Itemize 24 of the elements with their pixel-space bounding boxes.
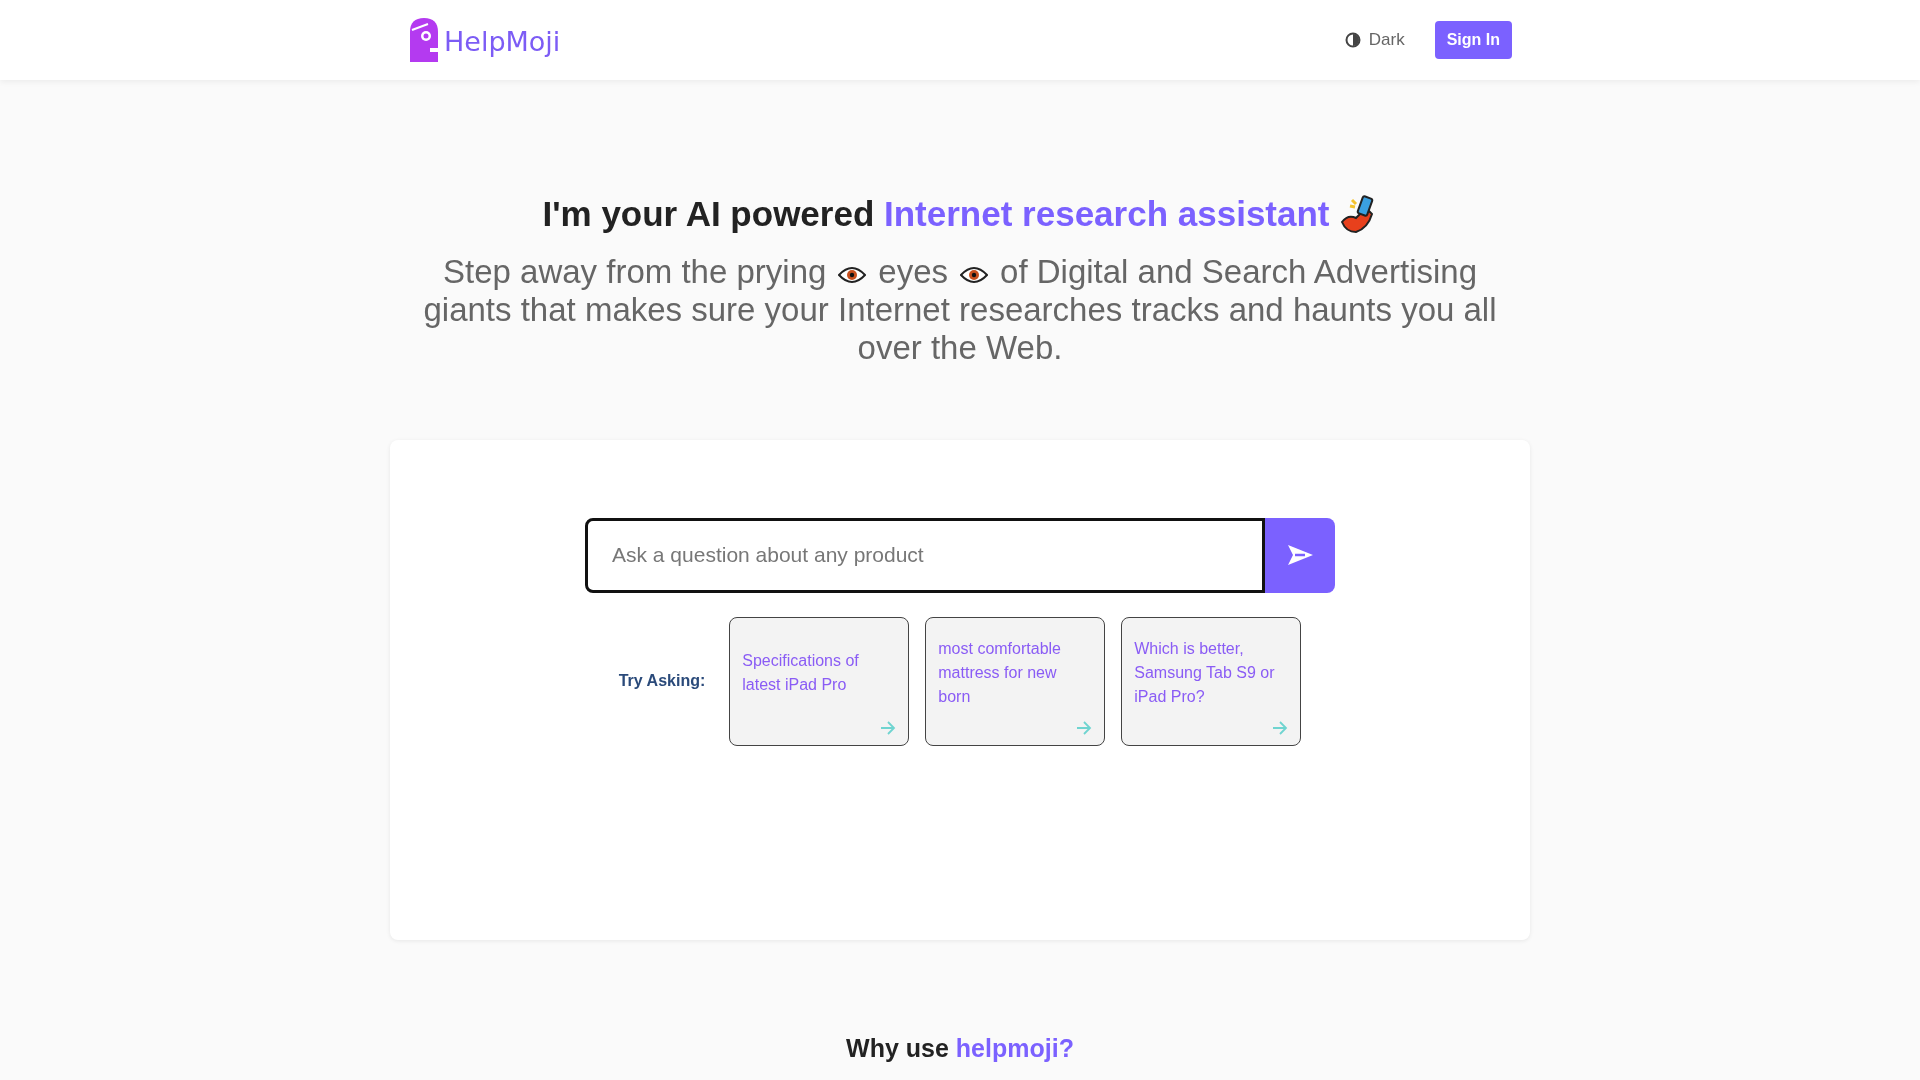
brand-logo-text[interactable]: HelpMoji — [444, 21, 561, 62]
suggestion-card[interactable]: Which is better, Samsung Tab S9 or iPad Pro? — [1121, 616, 1302, 746]
send-button[interactable] — [1265, 517, 1335, 593]
dark-mode-toggle[interactable]: Dark — [1338, 26, 1411, 54]
headline: I'm your AI powered Internet research assistant — [542, 193, 1330, 235]
arrow-right-icon — [880, 720, 897, 735]
logo-icon — [408, 18, 440, 62]
send-icon — [1286, 543, 1314, 567]
subtitle-text: giants that makes sure your Internet researches tracks and haunts you all — [423, 290, 1497, 328]
suggestion-card[interactable]: most comfortable mattress for new born — [925, 616, 1106, 746]
section-heading: Why use helpmoji? — [846, 1033, 1074, 1062]
eye-icon — [838, 264, 867, 285]
arrow-right-icon — [1272, 720, 1289, 735]
question-input-field[interactable]: Ask a question about any product — [585, 517, 1265, 593]
contrast-icon — [1344, 32, 1361, 48]
suggestion-card[interactable]: Specifications of latest iPad Pro — [729, 616, 910, 746]
subtitle-text: of Digital and Search Advertising — [1000, 252, 1477, 290]
arrow-right-icon — [1076, 720, 1093, 735]
eye-icon — [960, 264, 989, 285]
subtitle-text: eyes — [878, 252, 949, 290]
try-asking-label: Try Asking: — [618, 671, 706, 691]
subtitle-text: over the Web. — [857, 328, 1063, 366]
sign-in-button[interactable]: Sign In — [1434, 21, 1512, 59]
subtitle-text: Step away from the prying — [443, 252, 827, 290]
